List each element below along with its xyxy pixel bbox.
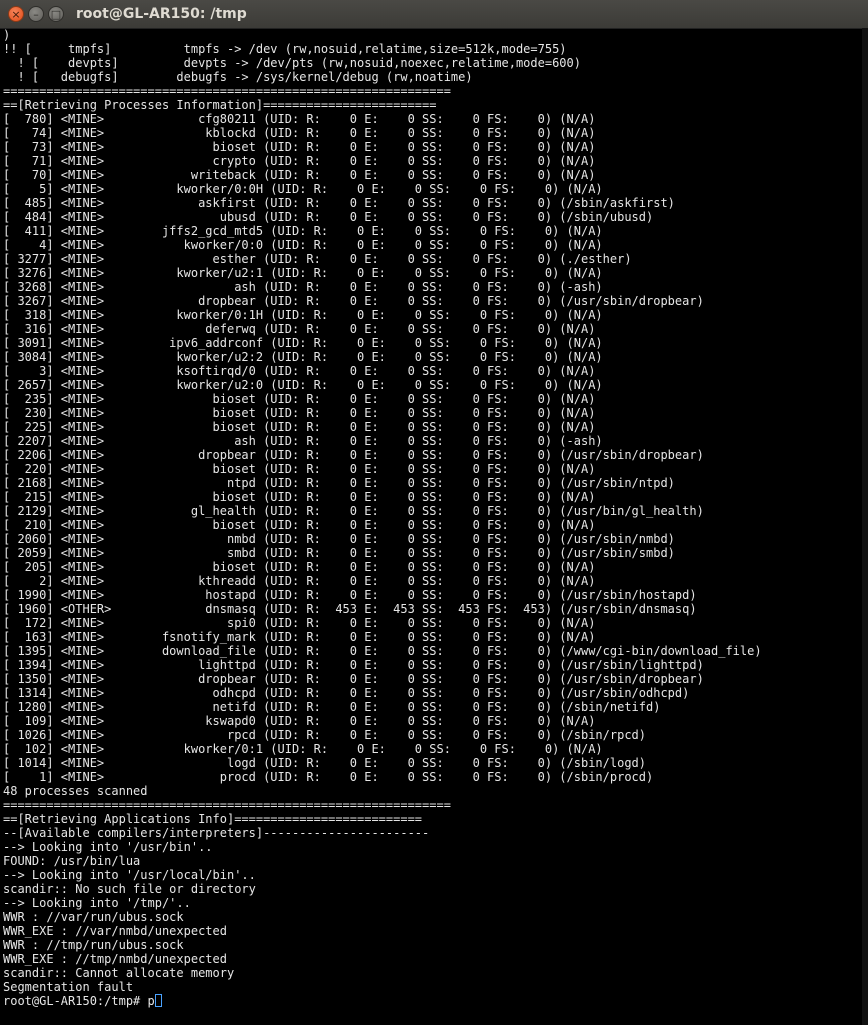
terminal-line: ! [ debugfs] debugfs -> /sys/kernel/debu…	[3, 70, 473, 84]
terminal-line: [ 220] <MINE> bioset (UID: R: 0 E: 0 SS:…	[3, 462, 596, 476]
terminal-line: [ 4] <MINE> kworker/0:0 (UID: R: 0 E: 0 …	[3, 238, 603, 252]
terminal-line: ========================================…	[3, 84, 451, 98]
terminal-line: WWR : //var/run/ubus.sock	[3, 910, 184, 924]
terminal-line: [ 1990] <MINE> hostapd (UID: R: 0 E: 0 S…	[3, 588, 697, 602]
terminal-line: [ 3276] <MINE> kworker/u2:1 (UID: R: 0 E…	[3, 266, 603, 280]
terminal-line: scandir:: No such file or directory	[3, 882, 256, 896]
terminal-window: × – □ root@GL-AR150: /tmp )!! [ tmpfs] t…	[0, 0, 868, 1025]
terminal-line: [ 316] <MINE> deferwq (UID: R: 0 E: 0 SS…	[3, 322, 596, 336]
command-prompt-line[interactable]: root@GL-AR150:/tmp# p	[3, 994, 861, 1008]
terminal-line: [ 484] <MINE> ubusd (UID: R: 0 E: 0 SS: …	[3, 210, 654, 224]
terminal-line: [ 73] <MINE> bioset (UID: R: 0 E: 0 SS: …	[3, 140, 596, 154]
terminal-line: [ 1350] <MINE> dropbear (UID: R: 0 E: 0 …	[3, 672, 704, 686]
terminal-line: Segmentation fault	[3, 980, 134, 994]
terminal-line: --> Looking into '/usr/bin'..	[3, 840, 213, 854]
terminal-line: [ 2129] <MINE> gl_health (UID: R: 0 E: 0…	[3, 504, 704, 518]
terminal-line: [ 163] <MINE> fsnotify_mark (UID: R: 0 E…	[3, 630, 596, 644]
terminal-line: ==[Retrieving Processes Information]====…	[3, 98, 437, 112]
terminal-line: [ 3268] <MINE> ash (UID: R: 0 E: 0 SS: 0…	[3, 280, 603, 294]
window-title: root@GL-AR150: /tmp	[76, 6, 247, 22]
command-input[interactable]: p	[148, 994, 155, 1008]
terminal-line: [ 2060] <MINE> nmbd (UID: R: 0 E: 0 SS: …	[3, 532, 675, 546]
terminal-line: FOUND: /usr/bin/lua	[3, 854, 141, 868]
terminal-line: [ 485] <MINE> askfirst (UID: R: 0 E: 0 S…	[3, 196, 675, 210]
terminal-line: [ 1960] <OTHER> dnsmasq (UID: R: 453 E: …	[3, 602, 697, 616]
terminal-line: --[Available compilers/interpreters]----…	[3, 826, 430, 840]
terminal-line: 48 processes scanned	[3, 784, 148, 798]
terminal-line: [ 2657] <MINE> kworker/u2:0 (UID: R: 0 E…	[3, 378, 603, 392]
terminal-line: [ 3277] <MINE> esther (UID: R: 0 E: 0 SS…	[3, 252, 632, 266]
terminal-line: [ 318] <MINE> kworker/0:1H (UID: R: 0 E:…	[3, 308, 603, 322]
terminal-line: WWR_EXE : //tmp/nmbd/unexpected	[3, 952, 227, 966]
terminal-line: [ 1026] <MINE> rpcd (UID: R: 0 E: 0 SS: …	[3, 728, 646, 742]
terminal-line: WWR_EXE : //var/nmbd/unexpected	[3, 924, 227, 938]
shell-prompt: root@GL-AR150:/tmp#	[3, 994, 148, 1008]
terminal-line: [ 102] <MINE> kworker/0:1 (UID: R: 0 E: …	[3, 742, 603, 756]
terminal-line: [ 1] <MINE> procd (UID: R: 0 E: 0 SS: 0 …	[3, 770, 654, 784]
minimize-icon[interactable]: –	[28, 6, 44, 22]
terminal-line: [ 2059] <MINE> smbd (UID: R: 0 E: 0 SS: …	[3, 546, 675, 560]
terminal-line: [ 2207] <MINE> ash (UID: R: 0 E: 0 SS: 0…	[3, 434, 603, 448]
terminal-line: [ 1014] <MINE> logd (UID: R: 0 E: 0 SS: …	[3, 756, 646, 770]
terminal-line: )	[3, 28, 11, 42]
terminal-line: [ 225] <MINE> bioset (UID: R: 0 E: 0 SS:…	[3, 420, 596, 434]
terminal-line: [ 1314] <MINE> odhcpd (UID: R: 0 E: 0 SS…	[3, 686, 690, 700]
terminal-line: [ 2] <MINE> kthreadd (UID: R: 0 E: 0 SS:…	[3, 574, 596, 588]
terminal-line: [ 780] <MINE> cfg80211 (UID: R: 0 E: 0 S…	[3, 112, 596, 126]
terminal-line: [ 70] <MINE> writeback (UID: R: 0 E: 0 S…	[3, 168, 596, 182]
terminal-line: [ 1280] <MINE> netifd (UID: R: 0 E: 0 SS…	[3, 700, 661, 714]
terminal-line: [ 205] <MINE> bioset (UID: R: 0 E: 0 SS:…	[3, 560, 596, 574]
terminal-line: [ 1395] <MINE> download_file (UID: R: 0 …	[3, 644, 762, 658]
terminal-line: [ 215] <MINE> bioset (UID: R: 0 E: 0 SS:…	[3, 490, 596, 504]
terminal-line: [ 2206] <MINE> dropbear (UID: R: 0 E: 0 …	[3, 448, 704, 462]
terminal-line: [ 3267] <MINE> dropbear (UID: R: 0 E: 0 …	[3, 294, 704, 308]
terminal-scrollbar[interactable]	[862, 28, 868, 1025]
terminal-line: [ 74] <MINE> kblockd (UID: R: 0 E: 0 SS:…	[3, 126, 596, 140]
terminal-line: [ 71] <MINE> crypto (UID: R: 0 E: 0 SS: …	[3, 154, 596, 168]
terminal-line: !! [ tmpfs] tmpfs -> /dev (rw,nosuid,rel…	[3, 42, 567, 56]
terminal-line: [ 172] <MINE> spi0 (UID: R: 0 E: 0 SS: 0…	[3, 616, 596, 630]
terminal-line: [ 210] <MINE> bioset (UID: R: 0 E: 0 SS:…	[3, 518, 596, 532]
terminal-line: ! [ devpts] devpts -> /dev/pts (rw,nosui…	[3, 56, 581, 70]
terminal-line: WWR : //tmp/run/ubus.sock	[3, 938, 184, 952]
terminal-line: [ 5] <MINE> kworker/0:0H (UID: R: 0 E: 0…	[3, 182, 603, 196]
terminal-line: scandir:: Cannot allocate memory	[3, 966, 235, 980]
terminal-line: [ 2168] <MINE> ntpd (UID: R: 0 E: 0 SS: …	[3, 476, 675, 490]
title-bar[interactable]: × – □ root@GL-AR150: /tmp	[0, 0, 868, 29]
terminal-output[interactable]: )!! [ tmpfs] tmpfs -> /dev (rw,nosuid,re…	[3, 28, 861, 1008]
terminal-line: [ 1394] <MINE> lighttpd (UID: R: 0 E: 0 …	[3, 658, 704, 672]
terminal-line: [ 411] <MINE> jffs2_gcd_mtd5 (UID: R: 0 …	[3, 224, 603, 238]
terminal-line: [ 235] <MINE> bioset (UID: R: 0 E: 0 SS:…	[3, 392, 596, 406]
text-cursor	[154, 994, 162, 1007]
close-icon[interactable]: ×	[8, 6, 24, 22]
terminal-line: ==[Retrieving Applications Info]========…	[3, 812, 423, 826]
terminal-line: [ 109] <MINE> kswapd0 (UID: R: 0 E: 0 SS…	[3, 714, 596, 728]
terminal-line: ========================================…	[3, 798, 451, 812]
maximize-icon[interactable]: □	[48, 6, 64, 22]
terminal-line: [ 230] <MINE> bioset (UID: R: 0 E: 0 SS:…	[3, 406, 596, 420]
terminal-line: [ 3084] <MINE> kworker/u2:2 (UID: R: 0 E…	[3, 350, 603, 364]
terminal-line: --> Looking into '/usr/local/bin'..	[3, 868, 256, 882]
terminal-line: [ 3091] <MINE> ipv6_addrconf (UID: R: 0 …	[3, 336, 603, 350]
terminal-line: --> Looking into '/tmp/'..	[3, 896, 191, 910]
terminal-line: [ 3] <MINE> ksoftirqd/0 (UID: R: 0 E: 0 …	[3, 364, 596, 378]
